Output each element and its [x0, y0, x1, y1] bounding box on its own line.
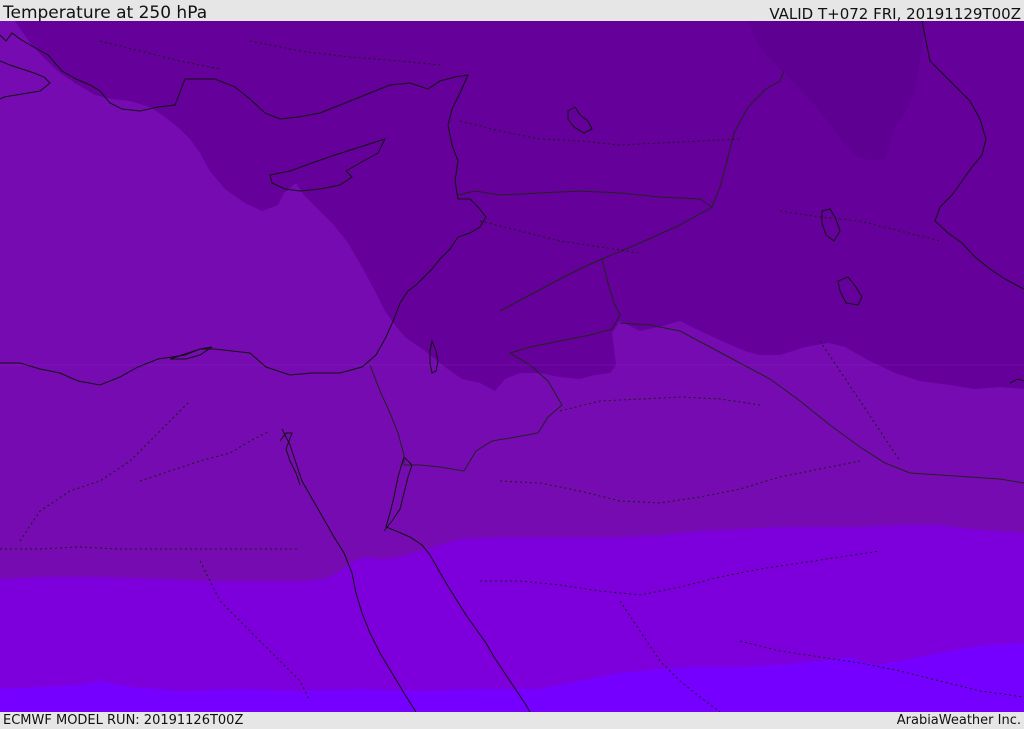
footer-bar: ECMWF MODEL RUN: 20191126T00Z ArabiaWeat…: [0, 712, 1024, 729]
map-svg: [0, 21, 1024, 712]
model-run-label: ECMWF MODEL RUN: 20191126T00Z: [3, 713, 244, 728]
map-frame: Temperature at 250 hPa VALID T+072 FRI, …: [0, 0, 1024, 729]
header-bar: Temperature at 250 hPa VALID T+072 FRI, …: [0, 0, 1024, 23]
map-title: Temperature at 250 hPa: [3, 3, 208, 23]
temperature-map: [0, 21, 1024, 712]
credit-label: ArabiaWeather Inc.: [896, 713, 1021, 728]
